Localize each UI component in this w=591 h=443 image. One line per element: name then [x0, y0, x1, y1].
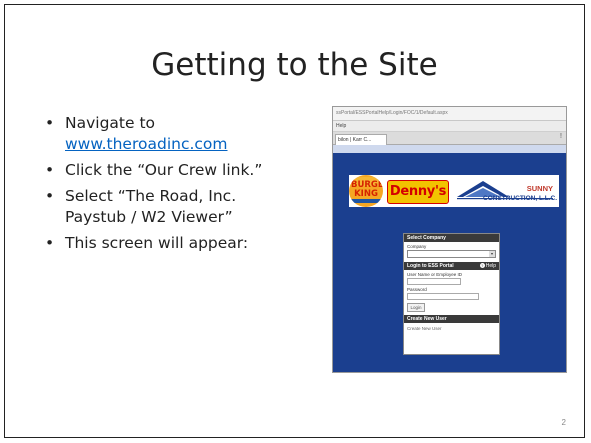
construction-text: CONSTRUCTION, L.L.C.	[483, 195, 558, 202]
browser-menu-bar: Help	[333, 121, 566, 132]
slide-title: Getting to the Site	[151, 47, 438, 83]
browser-tab-strip: bilon | Karr C... !	[333, 132, 566, 145]
bullet-dot: •	[45, 234, 55, 252]
login-header-text: Login to ESS Portal	[407, 263, 454, 269]
create-user-link[interactable]: Create New User	[404, 326, 499, 331]
burger-king-text: BURGER KING	[351, 180, 383, 199]
sunny-text: SUNNY	[526, 184, 553, 193]
help-icon: ?	[479, 263, 485, 268]
company-label: Company	[407, 244, 427, 249]
toolbar-strip	[333, 145, 566, 153]
bullet-item: • This screen will appear:	[45, 233, 320, 254]
bullet-item: • Select “The Road, Inc. Paystub / W2 Vi…	[45, 186, 320, 228]
login-header: Login to ESS Portal ? Help	[404, 262, 499, 270]
username-label: User Name or Employee ID	[407, 272, 463, 277]
login-button[interactable]: Login	[407, 303, 425, 312]
password-input[interactable]	[407, 293, 479, 300]
warning-icon: !	[560, 133, 562, 140]
username-input[interactable]	[407, 278, 461, 285]
create-user-header: Create New User	[404, 315, 499, 323]
login-panel: Select Company Company ▾ Login to ESS Po…	[403, 233, 500, 355]
bullet-dot: •	[45, 161, 55, 179]
chevron-down-icon: ▾	[489, 251, 495, 257]
help-button[interactable]: ? Help	[479, 262, 496, 270]
bullet-text: Click the “Our Crew link.”	[65, 161, 263, 179]
page-number: 2	[561, 418, 566, 427]
bullet-text: Paystub / W2 Viewer”	[65, 208, 233, 226]
select-company-header: Select Company	[404, 234, 499, 242]
bullet-list: • Navigate to www.theroadinc.com • Click…	[45, 113, 320, 259]
bullet-item: • Click the “Our Crew link.”	[45, 160, 320, 181]
bullet-item: • Navigate to www.theroadinc.com	[45, 113, 320, 155]
password-label: Password	[407, 287, 427, 292]
site-link[interactable]: www.theroadinc.com	[65, 135, 228, 153]
bullet-text: This screen will appear:	[65, 234, 249, 252]
dennys-logo: Denny's	[387, 180, 449, 204]
browser-tab: bilon | Karr C...	[335, 134, 387, 145]
bullet-text: Select “The Road, Inc.	[65, 187, 237, 205]
help-label: Help	[485, 263, 496, 269]
burger-king-logo: BURGER KING	[349, 175, 383, 207]
bullet-text: Navigate to	[65, 114, 156, 132]
embedded-screenshot: ssPortal/ESSPortalHelp/Login/FOC/1/Defau…	[332, 106, 567, 373]
sunny-construction-logo: SUNNY CONSTRUCTION, L.L.C.	[453, 177, 557, 205]
company-select[interactable]: ▾	[407, 250, 496, 258]
logo-banner: BURGER KING Denny's SUNNY CONSTRUCTION, …	[349, 175, 559, 207]
bullet-dot: •	[45, 114, 55, 132]
bullet-dot: •	[45, 187, 55, 205]
slide: Getting to the Site • Navigate to www.th…	[4, 4, 585, 438]
browser-address-bar: ssPortal/ESSPortalHelp/Login/FOC/1/Defau…	[333, 107, 566, 121]
